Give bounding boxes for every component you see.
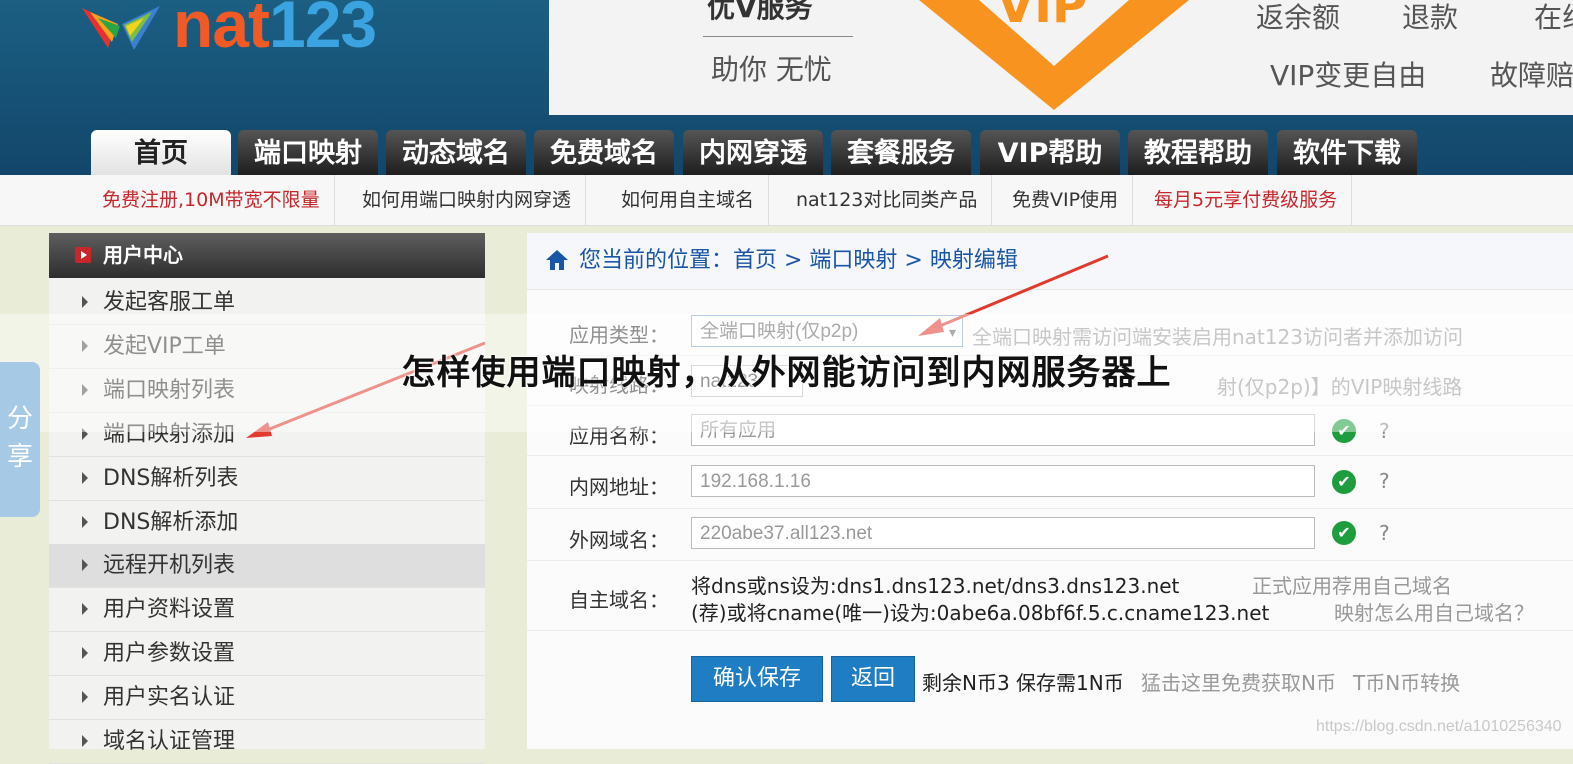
share-label: 分享 xyxy=(6,404,33,472)
watermark: https://blog.csdn.net/a1010256340 xyxy=(1316,718,1562,735)
share-button[interactable]: 分享 xyxy=(0,362,40,517)
article-title: 怎样使用端口映射，从外网能访问到内网服务器上 xyxy=(401,353,1172,393)
